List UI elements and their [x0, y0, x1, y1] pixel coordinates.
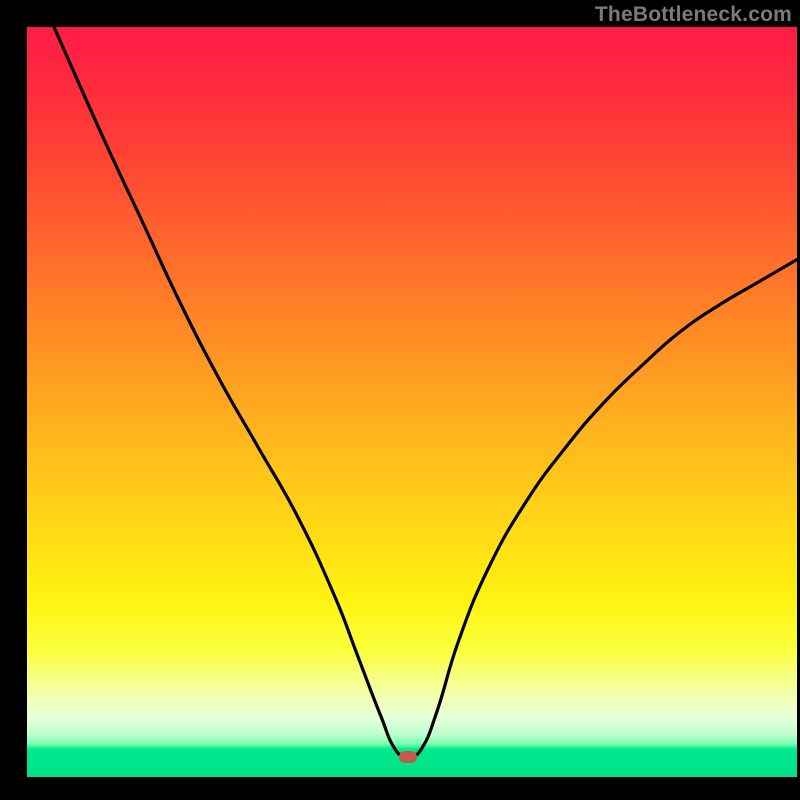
curve-path	[54, 27, 797, 757]
optimal-point-marker	[399, 751, 417, 763]
bottleneck-curve	[27, 27, 797, 777]
watermark-text: TheBottleneck.com	[595, 3, 792, 27]
plot-area	[27, 27, 797, 777]
chart-frame: TheBottleneck.com	[0, 0, 800, 800]
